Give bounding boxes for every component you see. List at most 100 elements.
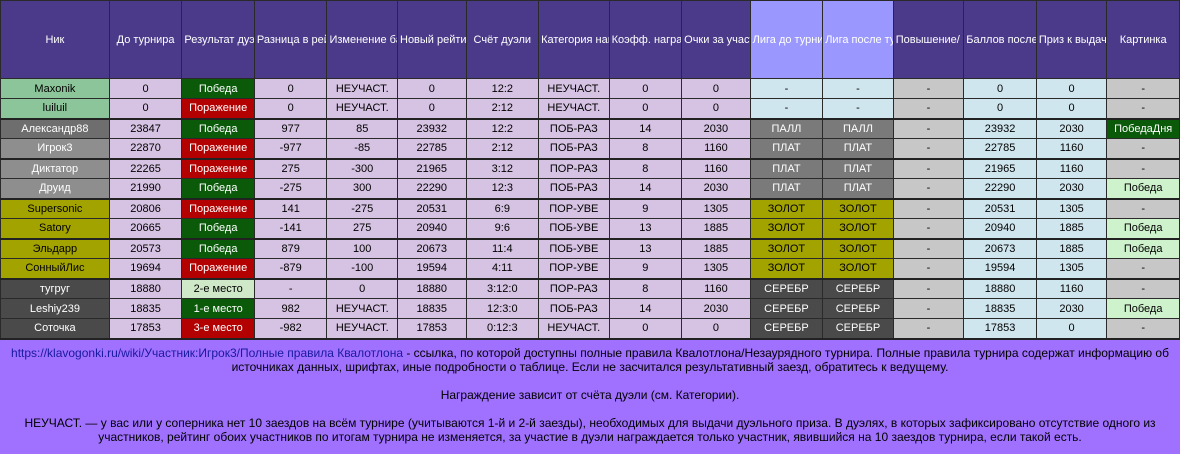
cell-nick: Диктатор bbox=[0, 158, 110, 179]
cell-league-after: ПЛАТ bbox=[822, 158, 894, 179]
cell-nick: Satory bbox=[0, 218, 110, 240]
cell-new-rating: 21965 bbox=[397, 158, 467, 179]
cell-score: 12:3 bbox=[465, 178, 540, 200]
cell-nick: Игрок3 bbox=[0, 138, 110, 160]
cell-league-before: ЗОЛОТ bbox=[749, 258, 824, 280]
cell-prize: 2030 bbox=[1035, 298, 1108, 319]
tournament-table: НикДо турнираРезультат дуэлиРазница в ре… bbox=[0, 0, 1180, 340]
cell-score: 11:4 bbox=[465, 238, 540, 259]
cell-category: ПОР-УВЕ bbox=[538, 198, 610, 219]
table-row: luiluil 0 Поражение 0 НЕУЧАСТ. 0 2:12 НЕУЧАСТ. 0… bbox=[0, 98, 1180, 120]
cell-coef: 13 bbox=[608, 218, 683, 240]
cell-prize: 0 bbox=[1035, 78, 1108, 99]
cell-prize: 1885 bbox=[1035, 238, 1108, 259]
cell-diff: 982 bbox=[253, 298, 328, 319]
cell-change: НЕУЧАСТ. bbox=[326, 98, 398, 120]
cell-promo: - bbox=[892, 238, 965, 259]
cell-league-after: ЗОЛОТ bbox=[822, 218, 894, 240]
cell-promo: - bbox=[892, 158, 965, 179]
cell-diff: -141 bbox=[253, 218, 328, 240]
cell-points: 0 bbox=[681, 78, 751, 99]
cell-prize: 1885 bbox=[1035, 218, 1108, 240]
cell-coef: 13 bbox=[608, 238, 683, 259]
cell-result: Поражение bbox=[181, 258, 255, 280]
header-league-after: Лига после турнира bbox=[822, 0, 894, 79]
cell-promo: - bbox=[892, 318, 965, 340]
cell-league-after: ПЛАТ bbox=[822, 138, 894, 160]
cell-result: Победа bbox=[181, 178, 255, 200]
cell-new-rating: 0 bbox=[397, 78, 467, 99]
notes-line-1: https://klavogonki.ru/wiki/Участник:Игро… bbox=[0, 346, 1180, 360]
notes-link-rest: - ссылка, по которой доступны полные пра… bbox=[403, 346, 1169, 360]
cell-result: 3-е место bbox=[181, 318, 255, 340]
cell-league-after: ЗОЛОТ bbox=[822, 198, 894, 219]
cell-points: 1305 bbox=[681, 258, 751, 280]
cell-category: ПОР-УВЕ bbox=[538, 258, 610, 280]
cell-change: -275 bbox=[326, 198, 398, 219]
cell-nick: Эльдарр bbox=[0, 238, 110, 259]
header-promotion: Повышение/ понижение bbox=[892, 0, 965, 79]
cell-picture: - bbox=[1106, 278, 1180, 299]
table-row: Эльдарр 20573 Победа 879 100 20673 11:4 ПОБ-УВЕ… bbox=[0, 238, 1180, 259]
cell-picture: ПобедаДня bbox=[1106, 118, 1180, 139]
cell-nick: Supersonic bbox=[0, 198, 110, 219]
cell-coef: 0 bbox=[608, 318, 683, 340]
cell-nick: Maxonik bbox=[0, 78, 110, 99]
cell-prize: 1160 bbox=[1035, 158, 1108, 179]
cell-prize: 2030 bbox=[1035, 118, 1108, 139]
cell-picture: - bbox=[1106, 78, 1180, 99]
cell-new-rating: 20940 bbox=[397, 218, 467, 240]
notes-line-4: НЕУЧАСТ. — у вас или у соперника нет 10 … bbox=[24, 416, 1156, 430]
cell-coef: 8 bbox=[608, 158, 683, 179]
rules-link[interactable]: https://klavogonki.ru/wiki/Участник:Игро… bbox=[11, 346, 403, 360]
cell-after-points: 21965 bbox=[963, 158, 1037, 179]
cell-change: 85 bbox=[326, 118, 398, 139]
header-points-after: Баллов после турнира bbox=[963, 0, 1037, 79]
cell-score: 12:2 bbox=[465, 118, 540, 139]
cell-league-before: ЗОЛОТ bbox=[749, 218, 824, 240]
cell-league-before: ПЛАТ bbox=[749, 158, 824, 179]
cell-promo: - bbox=[892, 278, 965, 299]
notes-line-3: Награждение зависит от счёта дуэли (см. … bbox=[440, 388, 740, 402]
cell-new-rating: 18880 bbox=[397, 278, 467, 299]
cell-change: 100 bbox=[326, 238, 398, 259]
cell-coef: 14 bbox=[608, 298, 683, 319]
cell-before: 0 bbox=[108, 98, 183, 120]
cell-league-before: ПЛАТ bbox=[749, 138, 824, 160]
cell-nick: luiluil bbox=[0, 98, 110, 120]
cell-nick: тугруг bbox=[0, 278, 110, 299]
header-duel-score: Счёт дуэли bbox=[465, 0, 540, 79]
cell-league-after: - bbox=[822, 98, 894, 120]
header-result: Результат дуэли bbox=[181, 0, 255, 79]
cell-picture: Победа bbox=[1106, 298, 1180, 319]
cell-after-points: 0 bbox=[963, 78, 1037, 99]
cell-picture: - bbox=[1106, 158, 1180, 179]
cell-result: Победа bbox=[181, 218, 255, 240]
cell-points: 2030 bbox=[681, 178, 751, 200]
cell-category: НЕУЧАСТ. bbox=[538, 318, 610, 340]
cell-league-before: СЕРЕБР bbox=[749, 278, 824, 299]
cell-league-after: ПЛАТ bbox=[822, 178, 894, 200]
header-picture: Картинка bbox=[1106, 0, 1180, 79]
cell-result: Поражение bbox=[181, 198, 255, 219]
cell-prize: 0 bbox=[1035, 98, 1108, 120]
cell-result: Победа bbox=[181, 78, 255, 99]
cell-picture: - bbox=[1106, 318, 1180, 340]
cell-category: ПОБ-РАЗ bbox=[538, 298, 610, 319]
cell-picture: - bbox=[1106, 138, 1180, 160]
cell-new-rating: 17853 bbox=[397, 318, 467, 340]
cell-result: Победа bbox=[181, 238, 255, 259]
cell-promo: - bbox=[892, 98, 965, 120]
cell-diff: -275 bbox=[253, 178, 328, 200]
cell-promo: - bbox=[892, 138, 965, 160]
cell-diff: 141 bbox=[253, 198, 328, 219]
header-row: НикДо турнираРезультат дуэлиРазница в ре… bbox=[0, 0, 1180, 79]
cell-score: 6:9 bbox=[465, 198, 540, 219]
notes-line-2: источниках данных, шрифтах, иные подробн… bbox=[231, 360, 949, 374]
header-new-rating: Новый рейтинг bbox=[397, 0, 467, 79]
cell-after-points: 17853 bbox=[963, 318, 1037, 340]
cell-league-after: СЕРЕБР bbox=[822, 278, 894, 299]
cell-nick: Александр88 bbox=[0, 118, 110, 139]
cell-before: 17853 bbox=[108, 318, 183, 340]
cell-after-points: 22290 bbox=[963, 178, 1037, 200]
